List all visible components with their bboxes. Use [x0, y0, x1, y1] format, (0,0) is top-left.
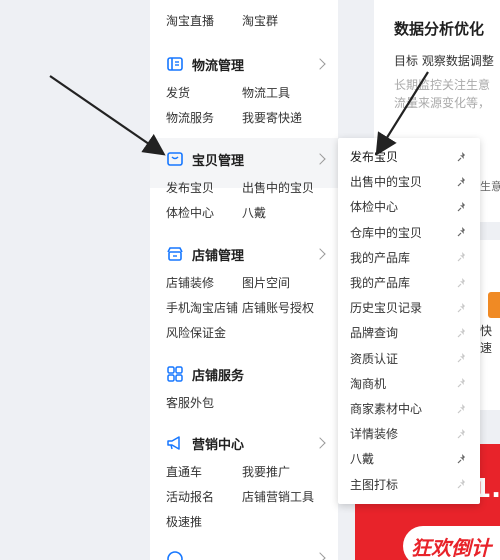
megaphone-icon [167, 436, 180, 450]
menu-link-quick-promo[interactable]: 极速推 [166, 513, 202, 530]
flyout-item-label: 资质认证 [350, 351, 399, 366]
menu-link-ztc[interactable]: 直通车 [166, 463, 202, 480]
flyout-item-label: 详情装修 [350, 427, 399, 442]
flyout-item-label: 主图打标 [350, 477, 399, 492]
card-subtitle: 目标 观察数据调整 [394, 54, 494, 68]
section-goods[interactable]: 宝贝管理 [166, 149, 244, 169]
menu-link-marketing-tools[interactable]: 店铺营销工具 [242, 488, 314, 505]
menu-link-live[interactable]: 淘宝直播 [166, 12, 214, 29]
pin-icon[interactable] [456, 428, 468, 440]
flyout-item-label: 我的产品库 [350, 276, 411, 290]
card-title: 数据分析优化 [394, 20, 485, 38]
flyout-item[interactable]: 品牌查询 [338, 320, 480, 345]
menu-link-on-sale[interactable]: 出售中的宝贝 [242, 179, 314, 196]
section-marketing[interactable]: 营销中心 [166, 433, 244, 453]
flyout-item[interactable]: 历史宝贝记录 [338, 295, 480, 320]
section-goods-label: 宝贝管理 [192, 153, 245, 169]
truck-icon [167, 57, 183, 71]
flyout-item-label: 淘商机 [350, 376, 387, 391]
pin-icon[interactable] [456, 352, 468, 364]
menu-link-send-express[interactable]: 我要寄快递 [242, 109, 302, 126]
flyout-item-label: 我的产品库 [350, 250, 411, 265]
right-mid-text: 生意 [480, 180, 500, 193]
menu-link-image-space[interactable]: 图片空间 [242, 274, 290, 291]
menu-link-logistics-tools[interactable]: 物流工具 [242, 84, 290, 101]
card-note-line-2: 流量来源变化等， [394, 96, 491, 110]
flyout-item[interactable]: 淘商机 [338, 371, 480, 396]
menu-link-logistics-service[interactable]: 物流服务 [166, 109, 214, 126]
pin-icon[interactable] [456, 226, 468, 238]
flyout-item[interactable]: 商家素材中心 [338, 396, 480, 421]
menu-link-deposit[interactable]: 风险保证金 [166, 324, 226, 341]
shop-icon [167, 247, 183, 261]
pin-icon[interactable] [456, 478, 468, 490]
flyout-item[interactable]: 八戴 [338, 446, 480, 471]
quick-link[interactable]: 快速 [480, 322, 500, 356]
box-icon [167, 152, 183, 166]
left-background [0, 0, 150, 560]
flyout-item[interactable]: 我的产品库 [338, 245, 480, 270]
flyout-item[interactable]: 出售中的宝贝 [338, 169, 480, 194]
chevron-right-icon[interactable] [314, 248, 326, 260]
flyout-item[interactable]: 我的产品库 [338, 270, 480, 295]
goods-flyout-menu: 发布宝贝 出售中的宝贝 体检中心 仓库中的宝贝 我的产品库 我的产品库 历史宝贝记录 品牌查询… [338, 138, 480, 504]
section-shop-label: 店铺管理 [192, 248, 245, 264]
menu-link-outsource-cs[interactable]: 客服外包 [166, 394, 214, 411]
section-logistics-label: 物流管理 [192, 58, 245, 74]
pin-icon[interactable] [456, 277, 468, 289]
menu-link-group[interactable]: 淘宝群 [242, 12, 278, 29]
menu-link-badai[interactable]: 八戴 [242, 204, 266, 221]
flyout-item-label: 仓库中的宝贝 [350, 225, 423, 240]
flyout-item-label: 出售中的宝贝 [350, 175, 423, 190]
banner-pill-text: 狂欢倒计 [411, 536, 491, 560]
flyout-item-label: 历史宝贝记录 [350, 301, 423, 316]
section-service[interactable]: 店铺服务 [166, 364, 244, 384]
chevron-right-icon[interactable] [314, 437, 326, 449]
menu-link-ship[interactable]: 发货 [166, 84, 190, 101]
menu-link-publish[interactable]: 发布宝贝 [166, 179, 214, 196]
flyout-item[interactable]: 仓库中的宝贝 [338, 220, 480, 245]
pin-icon[interactable] [456, 327, 468, 339]
section-service-label: 店铺服务 [192, 368, 245, 384]
chevron-right-icon[interactable] [314, 552, 326, 560]
flyout-item-label: 品牌查询 [350, 326, 399, 341]
grid-icon [167, 366, 183, 382]
menu-link-promote[interactable]: 我要推广 [242, 463, 290, 480]
pin-icon[interactable] [456, 201, 468, 213]
pin-icon[interactable] [456, 377, 468, 389]
menu-link-activity[interactable]: 活动报名 [166, 488, 214, 505]
chevron-right-icon[interactable] [314, 58, 326, 70]
flyout-item-label: 八戴 [350, 452, 375, 467]
card-note: 长期监控关注生意 流量来源变化等， [394, 76, 490, 112]
flyout-item-label: 体检中心 [350, 200, 399, 215]
pin-icon[interactable] [456, 403, 468, 415]
menu-link-account-auth[interactable]: 店铺账号授权 [242, 299, 314, 316]
flyout-item[interactable]: 资质认证 [338, 346, 480, 371]
flyout-item-label: 商家素材中心 [350, 402, 423, 416]
pin-icon[interactable] [456, 151, 468, 163]
pin-icon[interactable] [456, 302, 468, 314]
pin-icon[interactable] [456, 453, 468, 465]
sidebar-menu: 淘宝直播 淘宝群 物流管理 发货 物流工具 物流服务 我要寄快递 宝贝管理 发布… [150, 0, 338, 560]
flyout-item[interactable]: 详情装修 [338, 421, 480, 446]
section-marketing-label: 营销中心 [192, 437, 245, 453]
flyout-item-label: 发布宝贝 [350, 150, 399, 164]
section-shop[interactable]: 店铺管理 [166, 244, 244, 264]
section-logistics[interactable]: 物流管理 [166, 54, 244, 74]
pin-icon[interactable] [456, 176, 468, 188]
card-note-line-1: 长期监控关注生意 [394, 78, 491, 92]
pin-icon[interactable] [456, 251, 468, 263]
flyout-item[interactable]: 主图打标 [338, 472, 480, 497]
menu-link-decor[interactable]: 店铺装修 [166, 274, 214, 291]
orange-badge[interactable] [488, 292, 500, 318]
chart-icon [167, 551, 183, 560]
menu-link-checkup[interactable]: 体检中心 [166, 204, 214, 221]
menu-link-mobile-shop[interactable]: 手机淘宝店铺 [166, 299, 238, 316]
flyout-item[interactable]: 发布宝贝 [338, 144, 480, 169]
flyout-item[interactable]: 体检中心 [338, 194, 480, 219]
